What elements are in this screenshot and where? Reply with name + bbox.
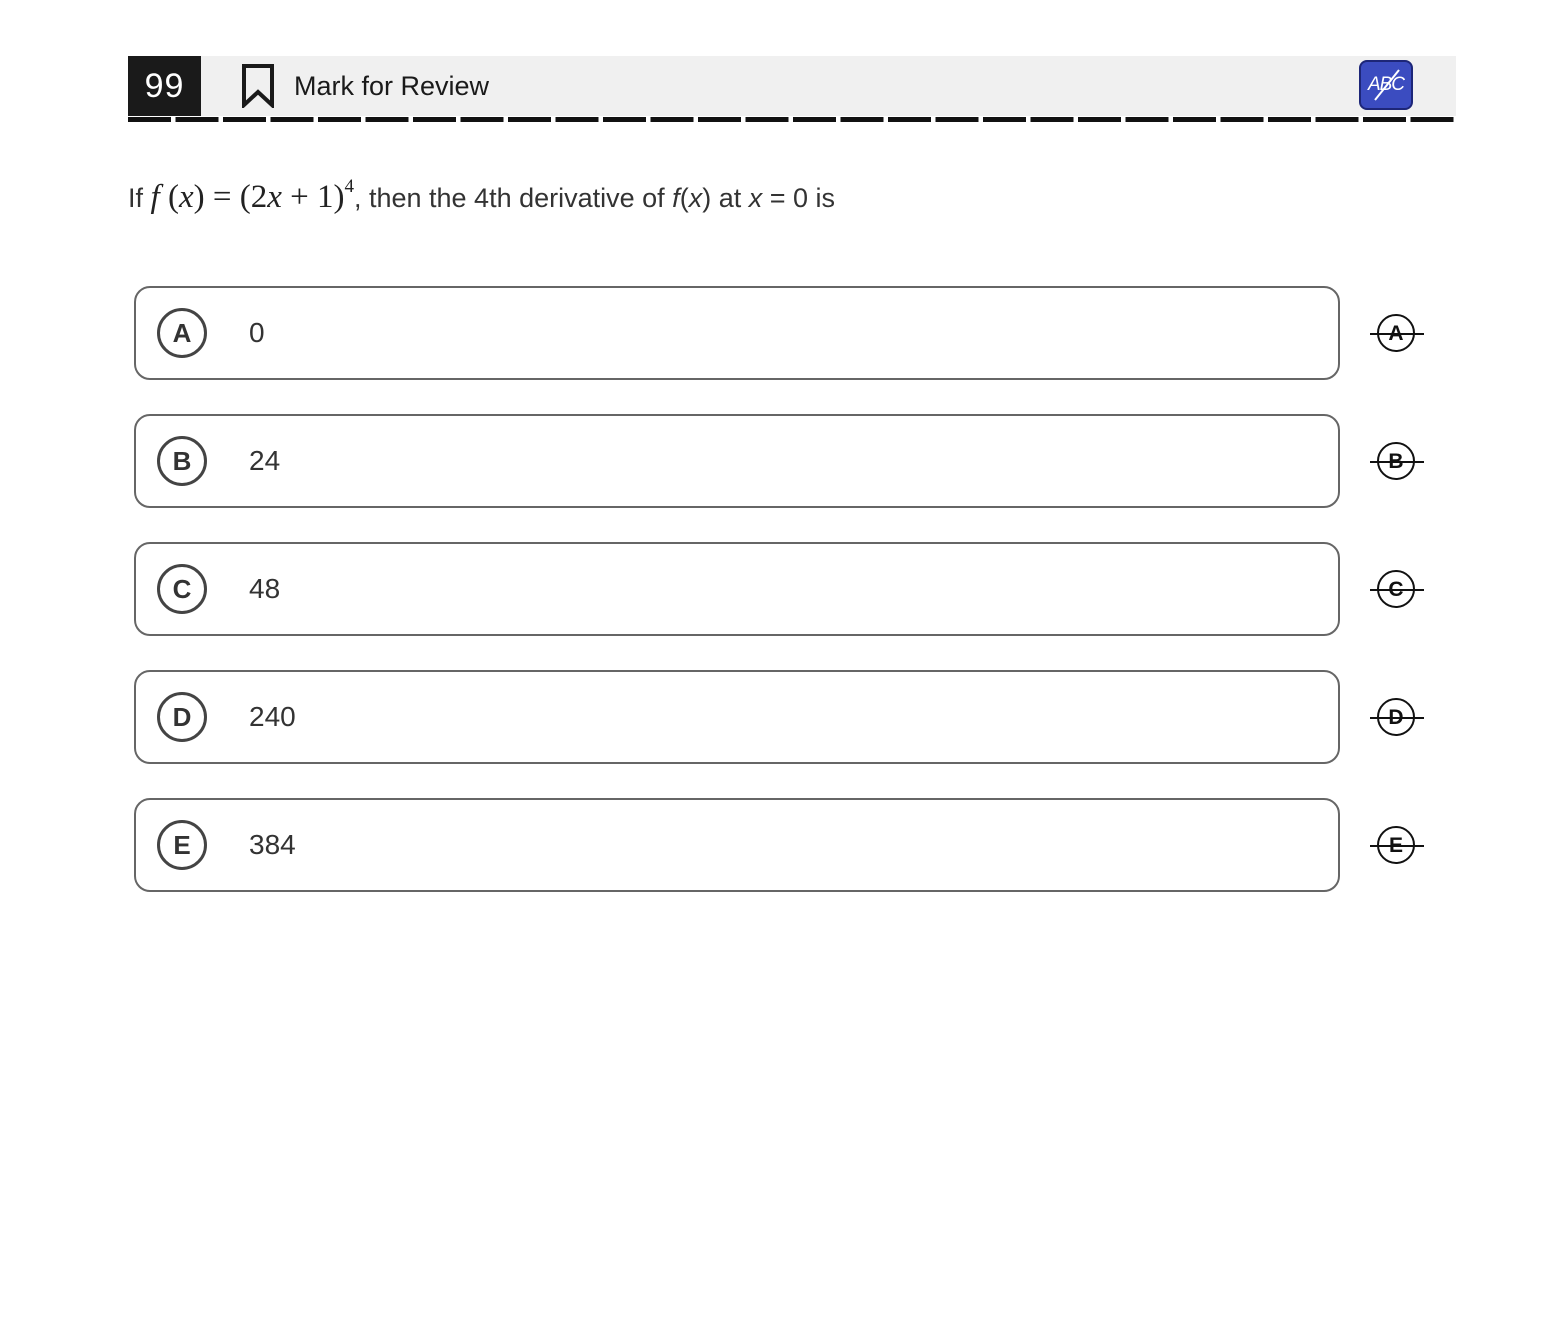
question-header: 99 Mark for Review ABC: [128, 56, 1456, 116]
choice-value-d: 240: [249, 701, 296, 732]
eq-coefficient: 2: [250, 179, 268, 215]
question-stem: If f (x) = (2x + 1)4, then the 4th deriv…: [128, 176, 836, 215]
eliminate-a-button[interactable]: A: [1370, 314, 1424, 354]
eq-exponent: 4: [344, 176, 354, 197]
eq-argument: x: [178, 179, 194, 215]
choice-value-e: 384: [249, 829, 296, 860]
eq-variable: x: [267, 179, 282, 215]
choice-value-c: 48: [249, 573, 281, 604]
bookmark-icon[interactable]: [241, 64, 275, 108]
strike-line-icon: [1370, 589, 1424, 591]
eq-function: f: [150, 179, 160, 215]
question-tail: = 0 is: [762, 183, 836, 213]
at-text: at: [711, 183, 749, 213]
choice-value-b: 24: [249, 445, 281, 476]
eliminate-c-button[interactable]: C: [1370, 570, 1424, 610]
choice-b[interactable]: B 24: [134, 414, 1340, 508]
equation: f (x) = (2x + 1)4: [150, 176, 354, 215]
eq-plus: +: [290, 179, 309, 215]
question-middle: , then the 4th derivative of: [353, 183, 673, 213]
choice-c[interactable]: C 48: [134, 542, 1340, 636]
fx-function: f: [672, 183, 680, 213]
choice-letter-a: A: [157, 308, 207, 358]
strike-line-icon: [1370, 333, 1424, 335]
strike-line-icon: [1370, 845, 1424, 847]
mark-for-review-label[interactable]: Mark for Review: [294, 56, 489, 116]
strikethrough-icon: [1374, 69, 1400, 101]
eliminate-b-button[interactable]: B: [1370, 442, 1424, 482]
progress-dashes: [128, 117, 1456, 122]
eliminate-d-button[interactable]: D: [1370, 698, 1424, 738]
at-variable: x: [748, 183, 763, 213]
choice-value-a: 0: [249, 317, 265, 348]
question-prefix: If: [128, 183, 151, 213]
fx-argument: x: [688, 183, 703, 213]
strike-line-icon: [1370, 461, 1424, 463]
choice-letter-b: B: [157, 436, 207, 486]
eliminate-e-button[interactable]: E: [1370, 826, 1424, 866]
choice-letter-d: D: [157, 692, 207, 742]
choice-letter-c: C: [157, 564, 207, 614]
strike-line-icon: [1370, 717, 1424, 719]
choice-d[interactable]: D 240: [134, 670, 1340, 764]
choice-letter-e: E: [157, 820, 207, 870]
choice-a[interactable]: A 0: [134, 286, 1340, 380]
question-number: 99: [128, 56, 201, 116]
answer-eliminator-button[interactable]: ABC: [1359, 60, 1413, 110]
choice-e[interactable]: E 384: [134, 798, 1340, 892]
eq-constant: 1: [316, 179, 334, 215]
